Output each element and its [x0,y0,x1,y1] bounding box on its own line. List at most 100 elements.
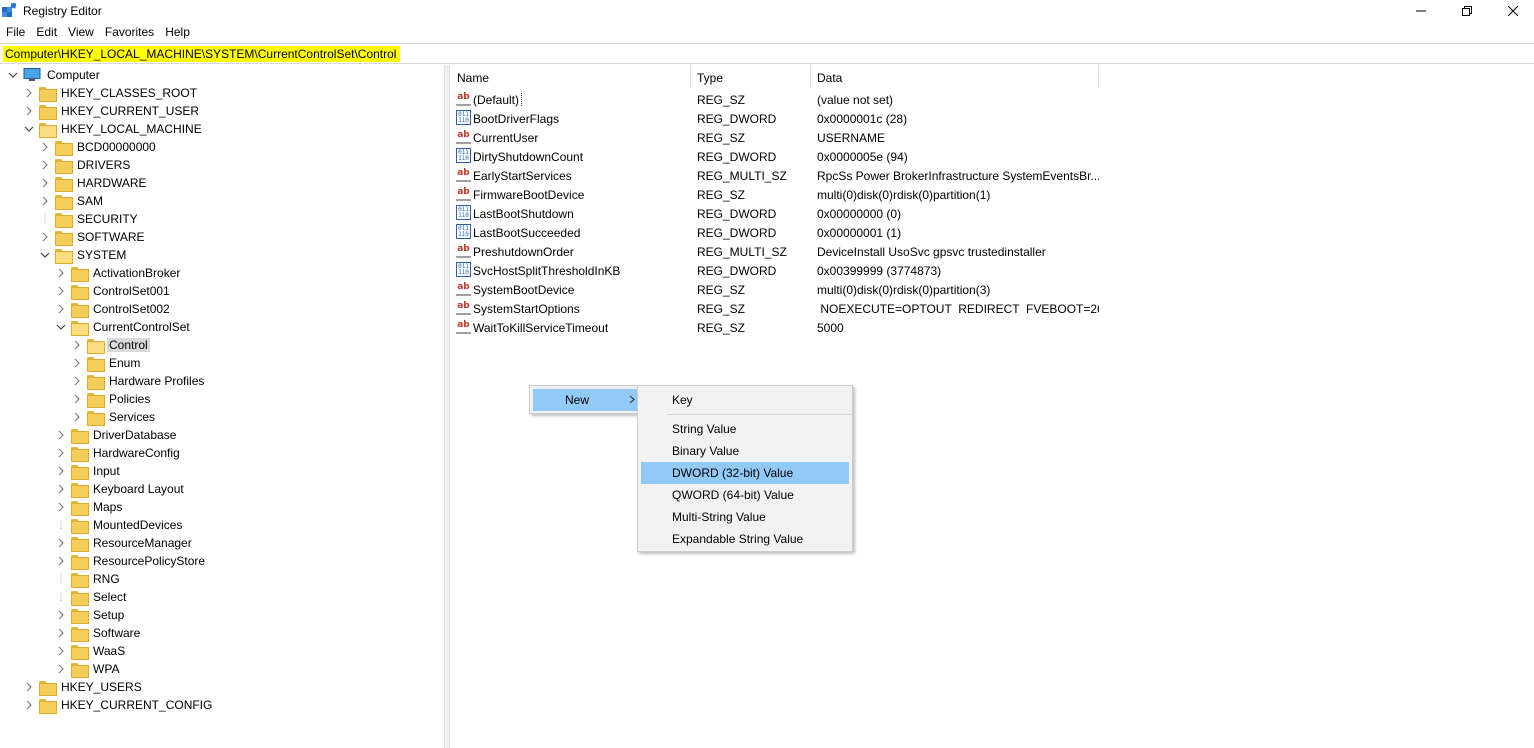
tree-node[interactable]: Input [56,462,122,480]
tree-node[interactable]: DRIVERS [40,156,132,174]
tree-node[interactable]: SYSTEM [40,246,128,264]
chevron-right-icon[interactable] [56,664,66,674]
chevron-right-icon[interactable] [40,142,50,152]
tree-node[interactable]: Setup [56,606,126,624]
tree-node[interactable]: HARDWARE [40,174,149,192]
chevron-right-icon[interactable] [24,700,34,710]
table-row[interactable]: 011 110 BootDriverFlags REG_DWORD 0x0000001c… [451,109,1101,128]
chevron-down-icon[interactable] [40,250,50,260]
chevron-right-icon[interactable] [72,340,82,350]
tree-node[interactable]: HardwareConfig [56,444,182,462]
tree-node[interactable]: Policies [72,390,152,408]
chevron-right-icon[interactable] [56,268,66,278]
chevron-right-icon[interactable] [56,448,66,458]
table-row[interactable]: 011 110 SvcHostSplitThresholdInKB REG_DWORD… [451,261,1101,280]
tree-node[interactable]: RNG [56,570,122,588]
tree-node[interactable]: HKEY_CURRENT_USER [24,102,201,120]
submenu-item-qword-value[interactable]: QWORD (64-bit) Value [641,484,849,506]
tree-node[interactable]: Maps [56,498,124,516]
submenu-item-dword-value[interactable]: DWORD (32-bit) Value [641,462,849,484]
tree-node[interactable]: SOFTWARE [40,228,147,246]
tree-node[interactable]: BCD00000000 [40,138,158,156]
tree-node[interactable]: Enum [72,354,142,372]
chevron-right-icon[interactable] [56,646,66,656]
menu-file[interactable]: File [0,23,30,42]
chevron-right-icon[interactable] [72,358,82,368]
chevron-right-icon[interactable] [56,430,66,440]
submenu-item-multi-string-value[interactable]: Multi-String Value [641,506,849,528]
chevron-right-icon[interactable] [72,412,82,422]
chevron-right-icon[interactable] [24,88,34,98]
pane-splitter[interactable] [445,65,450,748]
chevron-right-icon[interactable] [72,376,82,386]
menu-edit[interactable]: Edit [30,23,62,42]
tree-node[interactable]: WaaS [56,642,127,660]
table-row[interactable]: ab SystemStartOptions REG_SZ NOEXECUTE=OPT… [451,299,1101,318]
submenu-item-key[interactable]: Key [641,389,849,411]
tree-node[interactable]: ResourcePolicyStore [56,552,207,570]
chevron-right-icon[interactable] [56,484,66,494]
tree-node[interactable]: Control [72,336,150,354]
chevron-right-icon[interactable] [24,106,34,116]
table-row[interactable]: ab WaitToKillServiceTimeout REG_SZ 5000 [451,318,1101,337]
tree-root-computer[interactable]: Computer [8,66,102,84]
tree-node[interactable]: DriverDatabase [56,426,178,444]
tree-node[interactable]: SAM [40,192,105,210]
chevron-right-icon[interactable] [40,196,50,206]
tree-node[interactable]: Software [56,624,142,642]
tree-node[interactable]: HKEY_LOCAL_MACHINE [24,120,204,138]
tree-node[interactable]: SECURITY [40,210,140,228]
chevron-right-icon[interactable] [56,502,66,512]
table-row[interactable]: 011 110 DirtyShutdownCount REG_DWORD 0x00000… [451,147,1101,166]
column-header-data[interactable]: Data [811,65,1099,89]
tree-node[interactable]: Hardware Profiles [72,372,206,390]
tree-node[interactable]: CurrentControlSet [56,318,192,336]
tree-node[interactable]: Select [56,588,128,606]
tree-node[interactable]: MountedDevices [56,516,184,534]
tree-node[interactable]: ControlSet002 [56,300,172,318]
menu-item-new[interactable]: New [533,389,638,411]
tree-node[interactable]: ControlSet001 [56,282,172,300]
tree-node[interactable]: ActivationBroker [56,264,182,282]
tree-node[interactable]: ResourceManager [56,534,194,552]
table-row[interactable]: ab CurrentUser REG_SZ USERNAME [451,128,1101,147]
submenu-item-binary-value[interactable]: Binary Value [641,440,849,462]
chevron-right-icon[interactable] [56,286,66,296]
menu-view[interactable]: View [62,23,99,42]
table-row[interactable]: ab EarlyStartServices REG_MULTI_SZ RpcSs Po… [451,166,1101,185]
maximize-button[interactable] [1444,0,1490,22]
chevron-right-icon[interactable] [40,160,50,170]
menu-help[interactable]: Help [159,23,195,42]
tree-node[interactable]: Services [72,408,157,426]
address-path[interactable]: Computer\HKEY_LOCAL_MACHINE\SYSTEM\Curre… [3,46,401,62]
table-row[interactable]: ab (Default) REG_SZ (value not set) [451,90,1101,109]
table-row[interactable]: 011 110 LastBootShutdown REG_DWORD 0x0000000… [451,204,1101,223]
column-header-type[interactable]: Type [691,65,811,89]
chevron-right-icon[interactable] [56,610,66,620]
tree-node[interactable]: WPA [56,660,121,678]
tree-node[interactable]: HKEY_CURRENT_CONFIG [24,696,214,714]
tree-node[interactable]: HKEY_CLASSES_ROOT [24,84,199,102]
table-row[interactable]: ab PreshutdownOrder REG_MULTI_SZ DeviceInst… [451,242,1101,261]
table-row[interactable]: ab FirmwareBootDevice REG_SZ multi(0)disk(0… [451,185,1101,204]
chevron-right-icon[interactable] [56,556,66,566]
address-bar[interactable]: Computer\HKEY_LOCAL_MACHINE\SYSTEM\Curre… [0,43,1534,64]
tree-node[interactable]: HKEY_USERS [24,678,144,696]
minimize-button[interactable] [1398,0,1444,22]
chevron-down-icon[interactable] [56,322,66,332]
chevron-right-icon[interactable] [56,304,66,314]
chevron-right-icon[interactable] [40,232,50,242]
chevron-right-icon[interactable] [56,628,66,638]
chevron-down-icon[interactable] [8,70,18,80]
submenu-item-expandable-string-value[interactable]: Expandable String Value [641,528,849,550]
chevron-down-icon[interactable] [24,124,34,134]
chevron-right-icon[interactable] [56,466,66,476]
table-row[interactable]: ab SystemBootDevice REG_SZ multi(0)disk(0)r… [451,280,1101,299]
tree-node[interactable]: Keyboard Layout [56,480,186,498]
submenu-item-string-value[interactable]: String Value [641,418,849,440]
key-tree[interactable]: Computer HKEY_CLASSES_ROOT HKEY_CURRENT_U… [0,65,445,748]
table-row[interactable]: 011 110 LastBootSucceeded REG_DWORD 0x000000… [451,223,1101,242]
chevron-right-icon[interactable] [40,178,50,188]
menu-favorites[interactable]: Favorites [99,23,159,42]
chevron-right-icon[interactable] [72,394,82,404]
